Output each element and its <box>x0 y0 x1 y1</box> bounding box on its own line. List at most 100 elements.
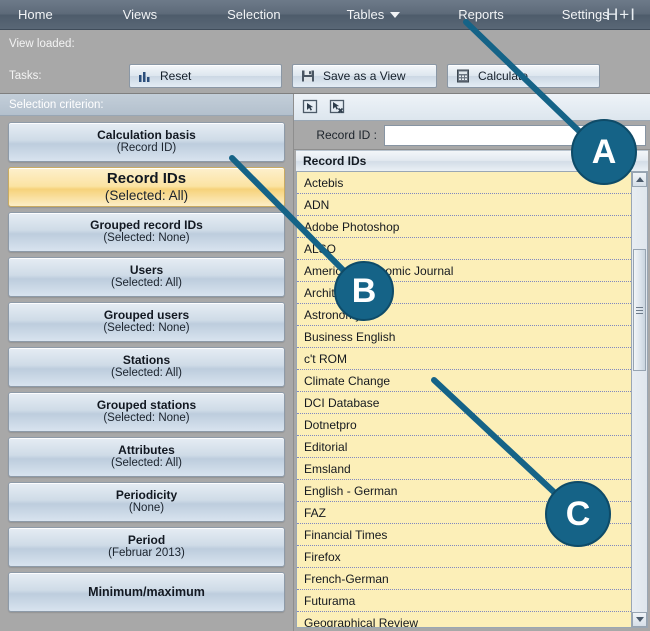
record-row[interactable]: Geographical Review <box>297 612 631 627</box>
record-row[interactable]: French-German <box>297 568 631 590</box>
record-row-label: Actebis <box>304 176 343 190</box>
record-row[interactable]: ADN <box>297 194 631 216</box>
record-row-label: c't ROM <box>304 352 347 366</box>
criterion-title: Record IDs <box>107 170 186 188</box>
record-row[interactable]: Architecture <box>297 282 631 304</box>
record-row[interactable]: ALSO <box>297 238 631 260</box>
record-row-label: Adobe Photoshop <box>304 220 399 234</box>
record-row[interactable]: Editorial <box>297 436 631 458</box>
record-row[interactable]: DCI Database <box>297 392 631 414</box>
record-row-label: ADN <box>304 198 329 212</box>
menu-item-views[interactable]: Views <box>113 0 167 29</box>
record-row-label: FAZ <box>304 506 326 520</box>
record-row[interactable]: Dotnetpro <box>297 414 631 436</box>
save-as-view-button[interactable]: Save as a View <box>292 64 437 88</box>
view-loaded-label: View loaded: <box>9 38 75 50</box>
record-id-search-row: Record ID : <box>294 121 650 150</box>
record-id-search-input[interactable] <box>384 125 646 146</box>
record-row[interactable]: Futurama <box>297 590 631 612</box>
view-loaded-bar: View loaded: <box>0 30 650 58</box>
menu-label: Home <box>18 7 53 22</box>
record-row[interactable]: Actebis <box>297 172 631 194</box>
criterion-title: Calculation basis <box>97 128 196 142</box>
record-row[interactable]: Adobe Photoshop <box>297 216 631 238</box>
record-row[interactable]: Financial Times <box>297 524 631 546</box>
task-button-label: Reset <box>160 69 191 83</box>
menu-label: Tables <box>347 7 385 22</box>
menu-item-reports[interactable]: Reports <box>448 0 514 29</box>
criterion-button-grouped-record-ids[interactable]: Grouped record IDs(Selected: None) <box>8 212 285 252</box>
app-logo: H+I <box>606 0 650 29</box>
reset-button[interactable]: Reset <box>129 64 282 88</box>
record-row[interactable]: English - German <box>297 480 631 502</box>
criterion-title: Minimum/maximum <box>88 585 205 600</box>
menu-item-tables[interactable]: Tables <box>337 0 411 29</box>
record-row-label: Editorial <box>304 440 347 454</box>
record-row-label: French-German <box>304 572 389 586</box>
record-row-label: Geographical Review <box>304 616 418 628</box>
calculator-icon <box>456 69 470 83</box>
menu-label: Selection <box>227 7 280 22</box>
scroll-down-arrow[interactable] <box>632 612 647 627</box>
scrollbar-track[interactable] <box>632 187 647 612</box>
chevron-down-icon <box>390 12 400 18</box>
record-row-label: Financial Times <box>304 528 387 542</box>
criterion-button-grouped-users[interactable]: Grouped users(Selected: None) <box>8 302 285 342</box>
record-row[interactable]: American Economic Journal <box>297 260 631 282</box>
criterion-title: Periodicity <box>116 488 177 502</box>
main-menu-bar: Home Views Selection Tables Reports Sett… <box>0 0 650 30</box>
record-row[interactable]: Business English <box>297 326 631 348</box>
record-row-label: Emsland <box>304 462 351 476</box>
record-rows: Actebis ADN Adobe Photoshop ALSO American Ec… <box>297 172 631 627</box>
record-row-label: Firefox <box>304 550 341 564</box>
vertical-scrollbar[interactable] <box>631 172 647 627</box>
record-row-label: Business English <box>304 330 395 344</box>
criterion-subtitle: (Selected: None) <box>103 322 189 336</box>
record-row[interactable]: Emsland <box>297 458 631 480</box>
criterion-title: Stations <box>123 353 170 367</box>
menu-item-selection[interactable]: Selection <box>217 0 290 29</box>
criterion-button-periodicity[interactable]: Periodicity(None) <box>8 482 285 522</box>
bar-chart-icon <box>138 69 152 83</box>
calculate-button[interactable]: Calculate <box>447 64 600 88</box>
record-row-label: Astronomy <box>304 308 361 322</box>
criterion-subtitle: (Selected: All) <box>111 367 182 381</box>
criterion-button-stations[interactable]: Stations(Selected: All) <box>8 347 285 387</box>
criterion-title: Grouped stations <box>97 398 196 412</box>
criterion-button-users[interactable]: Users(Selected: All) <box>8 257 285 297</box>
criterion-title: Period <box>128 533 165 547</box>
grid-column-header-record-ids[interactable]: Record IDs <box>296 150 648 172</box>
criterion-button-record-ids[interactable]: Record IDs(Selected: All) <box>8 167 285 207</box>
record-row-label: Futurama <box>304 594 355 608</box>
record-row[interactable]: c't ROM <box>297 348 631 370</box>
record-row[interactable]: Astronomy <box>297 304 631 326</box>
menu-item-home[interactable]: Home <box>8 0 63 29</box>
criterion-button-grouped-stations[interactable]: Grouped stations(Selected: None) <box>8 392 285 432</box>
record-row[interactable]: Firefox <box>297 546 631 568</box>
record-toolbar <box>294 94 650 121</box>
criterion-subtitle: (Selected: All) <box>105 188 188 204</box>
scroll-up-arrow[interactable] <box>632 172 647 187</box>
criterion-title: Grouped record IDs <box>90 218 203 232</box>
record-row[interactable]: FAZ <box>297 502 631 524</box>
criterion-button-calculation-basis[interactable]: Calculation basis(Record ID) <box>8 122 285 162</box>
task-button-label: Save as a View <box>323 69 406 83</box>
record-row[interactable]: Climate Change <box>297 370 631 392</box>
criterion-button-minimum-maximum[interactable]: Minimum/maximum <box>8 572 285 612</box>
criterion-button-period[interactable]: Period(Februar 2013) <box>8 527 285 567</box>
criterion-subtitle: (Selected: None) <box>103 232 189 246</box>
criterion-subtitle: (Selected: None) <box>103 412 189 426</box>
record-ids-grid: Actebis ADN Adobe Photoshop ALSO American Ec… <box>296 172 648 628</box>
criterion-title: Grouped users <box>104 308 189 322</box>
scrollbar-thumb[interactable] <box>633 249 646 371</box>
selection-criterion-header: Selection criterion: <box>0 94 293 116</box>
save-disk-icon <box>301 69 315 83</box>
record-row-label: Architecture <box>304 286 368 300</box>
record-row-label: English - German <box>304 484 397 498</box>
criterion-title: Users <box>130 263 163 277</box>
deselect-all-icon[interactable] <box>327 98 347 117</box>
menu-label: Views <box>123 7 157 22</box>
criterion-button-attributes[interactable]: Attributes(Selected: All) <box>8 437 285 477</box>
select-all-icon[interactable] <box>300 98 320 117</box>
record-row-label: ALSO <box>304 242 336 256</box>
